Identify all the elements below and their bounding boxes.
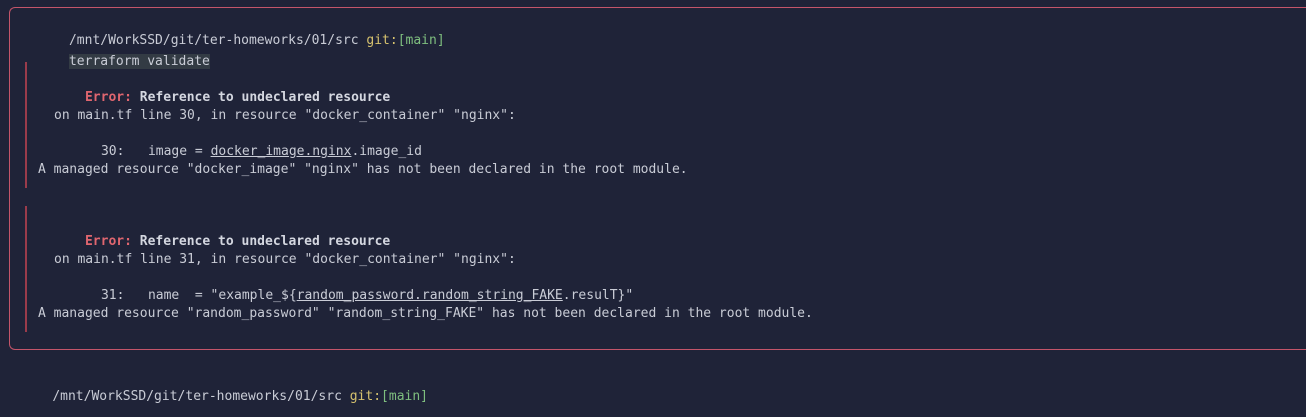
prompt-line: /mnt/WorkSSD/git/ter-homeworks/01/src gi… [22,14,445,48]
terminal-window[interactable]: /mnt/WorkSSD/git/ter-homeworks/01/src gi… [0,0,1306,417]
error-bar-1 [25,62,27,188]
code-post: .image_id [351,144,422,159]
git-label: git: [366,33,398,48]
git-branch: [main] [397,33,445,48]
code-reference[interactable]: random_password.random_string_FAKE [297,288,563,303]
error-heading-2: Error: Reference to undeclared resource [38,215,390,249]
error-heading-1: Error: Reference to undeclared resource [38,71,390,105]
git-label: git: [349,389,382,404]
error-code-2: 31: name = "example_${random_password.ra… [54,269,633,303]
error-code-1: 30: image = docker_image.nginx.image_id [54,125,422,159]
git-branch: [main] [381,389,429,404]
error-title: Reference to undeclared resource [139,90,391,105]
prompt-path: /mnt/WorkSSD/git/ter-homeworks/01/src [52,389,342,404]
command-line: terraform validate [22,35,210,69]
code-reference[interactable]: docker_image.nginx [211,144,352,159]
next-prompt-line[interactable]: /mnt/WorkSSD/git/ter-homeworks/01/src gi… [21,370,428,404]
error-bar-2 [25,206,27,332]
code-pre: name = "example_${ [147,288,297,303]
code-line-number: 31: [100,288,125,303]
error-location-2: on main.tf line 31, in resource "docker_… [54,252,516,267]
error-title: Reference to undeclared resource [139,234,391,249]
code-pre: image = [147,144,211,159]
error-message-1: A managed resource "docker_image" "nginx… [38,162,688,177]
error-location-1: on main.tf line 30, in resource "docker_… [54,108,516,123]
code-line-number: 30: [100,144,125,159]
error-label: Error: [84,90,132,105]
failed-command-block[interactable]: /mnt/WorkSSD/git/ter-homeworks/01/src gi… [9,7,1306,350]
code-post: .resulT}" [562,288,634,303]
error-label: Error: [84,234,132,249]
error-message-2: A managed resource "random_password" "ra… [38,306,813,321]
command-text: terraform validate [68,54,210,69]
